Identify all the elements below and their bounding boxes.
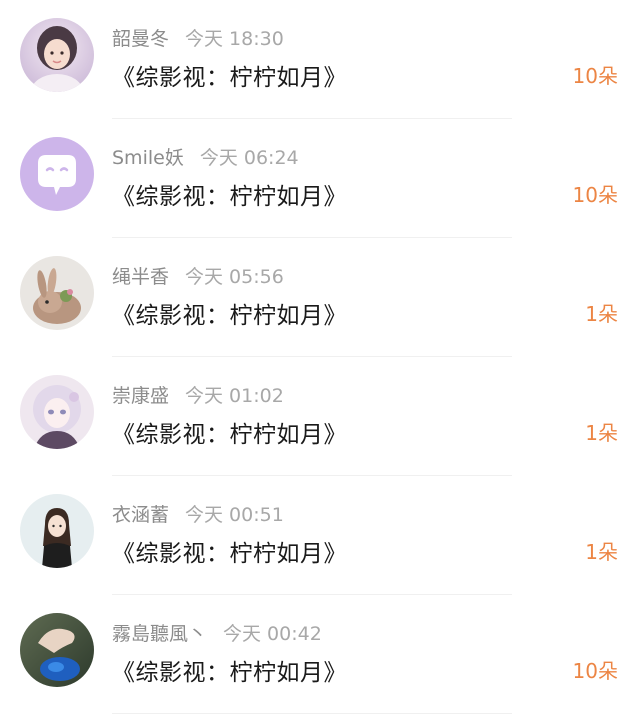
user-name[interactable]: 衣涵蓄 (112, 504, 169, 526)
avatar[interactable] (20, 18, 94, 92)
list-item[interactable]: 衣涵蓄 今天 00:51 《综影视：柠柠如月》 1朵 (0, 476, 640, 595)
record-time: 今天 06:24 (199, 147, 299, 169)
avatar[interactable] (20, 375, 94, 449)
cartoon-girl-icon (20, 494, 94, 568)
gift-count: 10朵 (572, 659, 618, 683)
girl-photo-icon (20, 18, 94, 92)
record-meta: 韶曼冬 今天 18:30 (112, 24, 284, 51)
divider (112, 713, 512, 714)
gift-record-list: 韶曼冬 今天 18:30 《综影视：柠柠如月》 10朵 Smile妖 今天 06:2… (0, 0, 640, 722)
record-meta: Smile妖 今天 06:24 (112, 143, 299, 170)
bunny-photo-icon (20, 256, 94, 330)
book-title[interactable]: 《综影视：柠柠如月》 (112, 58, 347, 92)
book-title[interactable]: 《综影视：柠柠如月》 (112, 177, 347, 211)
hand-photo-icon (20, 613, 94, 687)
book-title[interactable]: 《综影视：柠柠如月》 (112, 534, 347, 568)
gift-count: 10朵 (572, 64, 618, 88)
list-item[interactable]: 韶曼冬 今天 18:30 《综影视：柠柠如月》 10朵 (0, 0, 640, 119)
list-item[interactable]: 霧島聽風丶 今天 00:42 《综影视：柠柠如月》 10朵 (0, 595, 640, 714)
record-time: 今天 00:42 (223, 623, 322, 645)
gift-count: 1朵 (585, 540, 618, 564)
list-item[interactable]: Smile妖 今天 06:24 《综影视：柠柠如月》 10朵 (0, 119, 640, 238)
avatar[interactable] (20, 256, 94, 330)
record-meta: 崇康盛 今天 01:02 (112, 381, 284, 408)
avatar[interactable] (20, 613, 94, 687)
book-title[interactable]: 《综影视：柠柠如月》 (112, 415, 347, 449)
book-title[interactable]: 《综影视：柠柠如月》 (112, 653, 347, 687)
list-item[interactable]: 崇康盛 今天 01:02 《综影视：柠柠如月》 1朵 (0, 357, 640, 476)
user-name[interactable]: Smile妖 (112, 147, 184, 169)
record-meta: 绳半香 今天 05:56 (112, 262, 284, 289)
gift-count: 10朵 (572, 183, 618, 207)
avatar[interactable] (20, 137, 94, 211)
record-time: 今天 00:51 (185, 504, 284, 526)
user-name[interactable]: 霧島聽風丶 (112, 623, 207, 645)
avatar[interactable] (20, 494, 94, 568)
record-time: 今天 05:56 (185, 266, 284, 288)
record-time: 今天 01:02 (185, 385, 284, 407)
record-meta: 衣涵蓄 今天 00:51 (112, 500, 284, 527)
gift-count: 1朵 (585, 302, 618, 326)
record-time: 今天 18:30 (185, 28, 284, 50)
user-name[interactable]: 韶曼冬 (112, 28, 169, 50)
list-item[interactable]: 绳半香 今天 05:56 《综影视：柠柠如月》 1朵 (0, 238, 640, 357)
record-meta: 霧島聽風丶 今天 00:42 (112, 619, 322, 646)
anime-girl-icon (20, 375, 94, 449)
user-name[interactable]: 崇康盛 (112, 385, 169, 407)
chat-bubble-icon (20, 137, 94, 211)
book-title[interactable]: 《综影视：柠柠如月》 (112, 296, 347, 330)
gift-count: 1朵 (585, 421, 618, 445)
user-name[interactable]: 绳半香 (112, 266, 169, 288)
